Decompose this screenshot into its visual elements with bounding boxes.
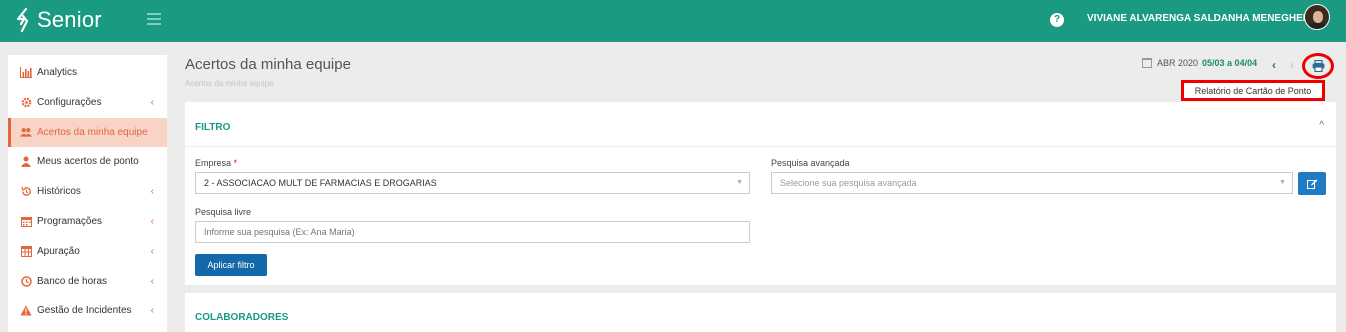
chevron-left-icon[interactable]: ‹	[1272, 58, 1276, 72]
collaborators-panel: COLABORADORES	[185, 293, 1336, 332]
advanced-search-placeholder: Selecione sua pesquisa avançada	[780, 178, 917, 188]
free-search-label: Pesquisa livre	[195, 207, 252, 217]
sidebar-item-configuracoes[interactable]: Configurações ‹	[8, 88, 167, 117]
sidebar-item-apuracao[interactable]: Apuração ‹	[8, 237, 167, 266]
print-tooltip: Relatório de Cartão de Ponto	[1181, 80, 1325, 101]
history-icon	[20, 186, 32, 198]
menu-toggle-icon[interactable]	[147, 13, 161, 25]
period-month: ABR 2020	[1157, 58, 1199, 68]
table-icon	[20, 246, 32, 258]
chevron-up-icon[interactable]: ^	[1319, 120, 1324, 131]
chevron-left-icon: ‹	[150, 305, 154, 316]
sidebar-item-programacoes[interactable]: Programações ‹	[8, 207, 167, 236]
period-range: 05/03 a 04/04	[1202, 58, 1258, 68]
filter-title: FILTRO	[195, 122, 231, 133]
help-icon[interactable]: ?	[1050, 13, 1064, 27]
sidebar-item-analytics[interactable]: Analytics	[8, 58, 167, 87]
avatar[interactable]	[1304, 4, 1330, 30]
top-bar: Senior ? VIVIANE ALVARENGA SALDANHA MENE…	[0, 0, 1346, 42]
sidebar-item-label: Gestão de Incidentes	[37, 305, 132, 316]
edit-advanced-search-button[interactable]	[1298, 172, 1326, 195]
user-name[interactable]: VIVIANE ALVARENGA SALDANHA MENEGHELLO	[1087, 13, 1323, 24]
chevron-right-icon[interactable]: ›	[1290, 58, 1294, 72]
clock-icon	[20, 276, 32, 288]
collaborators-title: COLABORADORES	[195, 312, 289, 323]
chevron-left-icon: ‹	[150, 246, 154, 257]
free-search-input[interactable]	[195, 221, 750, 243]
empresa-select[interactable]: 2 - ASSOCIACAO MULT DE FARMACIAS E DROGA…	[195, 172, 750, 194]
warning-icon	[20, 305, 32, 317]
logo-text: Senior	[37, 7, 102, 32]
chevron-left-icon: ‹	[150, 97, 154, 108]
advanced-search-label: Pesquisa avançada	[771, 158, 850, 168]
calendar-icon	[1142, 58, 1152, 68]
apply-filter-button[interactable]: Aplicar filtro	[195, 254, 267, 276]
filter-panel: FILTRO ^ Empresa * 2 - ASSOCIACAO MULT D…	[185, 102, 1336, 285]
sidebar-item-banco-horas[interactable]: Banco de horas ‹	[8, 267, 167, 296]
sidebar-item-label: Históricos	[37, 186, 81, 197]
sidebar-item-meus-acertos[interactable]: Meus acertos de ponto	[8, 147, 167, 176]
empresa-value: 2 - ASSOCIACAO MULT DE FARMACIAS E DROGA…	[204, 178, 437, 188]
sidebar-item-label: Banco de horas	[37, 276, 108, 287]
bar-chart-icon	[20, 67, 32, 79]
caret-down-icon: ▼	[736, 179, 743, 186]
gear-icon	[20, 97, 32, 109]
calendar-icon	[20, 216, 32, 228]
print-icon[interactable]	[1312, 59, 1325, 73]
users-icon	[20, 127, 32, 139]
sidebar-item-label: Meus acertos de ponto	[37, 156, 139, 167]
chevron-left-icon: ‹	[150, 216, 154, 227]
sidebar-item-gestao-incidentes[interactable]: Gestão de Incidentes ‹	[8, 296, 167, 325]
sidebar-item-acertos-equipe[interactable]: Acertos da minha equipe	[8, 118, 167, 147]
sidebar-item-label: Acertos da minha equipe	[37, 127, 148, 138]
period-selector[interactable]: ABR 2020 05/03 a 04/04	[1142, 58, 1257, 68]
sidebar-item-historicos[interactable]: Históricos ‹	[8, 177, 167, 206]
empresa-label: Empresa *	[195, 158, 238, 168]
senior-logo-icon	[16, 7, 29, 33]
required-mark: *	[233, 158, 238, 168]
advanced-search-select[interactable]: Selecione sua pesquisa avançada ▼	[771, 172, 1293, 194]
edit-icon	[1306, 179, 1317, 189]
senior-logo[interactable]: Senior	[14, 7, 102, 33]
sidebar-item-label: Configurações	[37, 97, 102, 108]
sidebar: Analytics Configurações ‹ Acertos da min…	[8, 55, 167, 332]
breadcrumb: Acertos da minha equipe	[185, 79, 274, 88]
divider	[185, 146, 1336, 147]
chevron-left-icon: ‹	[150, 276, 154, 287]
sidebar-item-label: Apuração	[37, 246, 80, 257]
caret-down-icon: ▼	[1279, 179, 1286, 186]
user-icon	[20, 156, 32, 168]
page-title: Acertos da minha equipe	[185, 56, 351, 73]
sidebar-item-label: Programações	[37, 216, 103, 227]
chevron-left-icon: ‹	[150, 186, 154, 197]
sidebar-item-label: Analytics	[37, 67, 78, 78]
